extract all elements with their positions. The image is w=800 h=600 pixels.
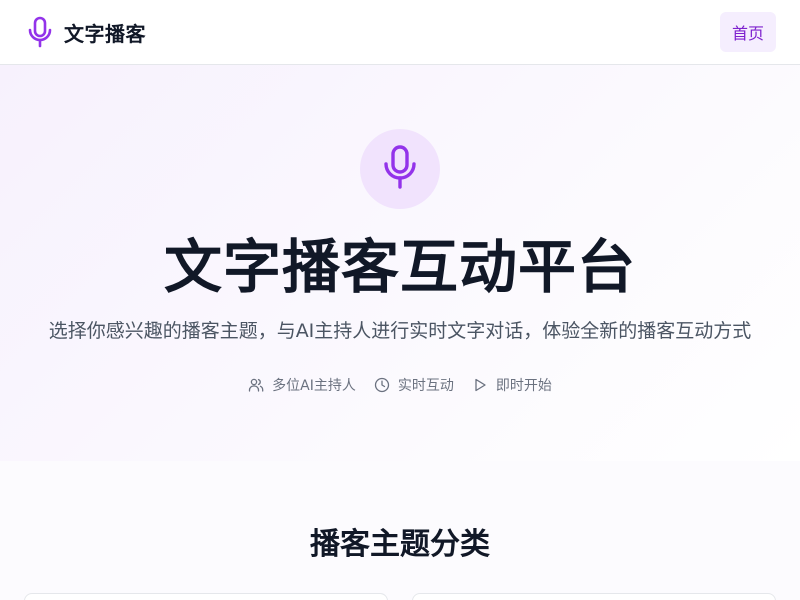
page-subtitle: 选择你感兴趣的播客主题，与AI主持人进行实时文字对话，体验全新的播客互动方式 <box>48 320 752 342</box>
category-card[interactable] <box>24 593 388 600</box>
feature-item-hosts: 多位AI主持人 <box>248 375 356 395</box>
hero-icon-badge <box>360 129 440 209</box>
microphone-icon <box>382 144 418 194</box>
feature-item-realtime: 实时互动 <box>374 375 454 395</box>
top-navbar: 文字播客 首页 <box>0 0 800 65</box>
categories-section: 播客主题分类 <box>0 461 800 600</box>
page-title: 文字播客互动平台 <box>163 233 636 301</box>
hero-section: 文字播客互动平台 选择你感兴趣的播客主题，与AI主持人进行实时文字对话，体验全新… <box>0 65 800 461</box>
feature-label: 即时开始 <box>495 378 552 394</box>
section-title: 播客主题分类 <box>310 527 490 562</box>
brand[interactable]: 文字播客 <box>26 16 146 48</box>
feature-label: 实时互动 <box>397 378 454 394</box>
nav-home-button[interactable]: 首页 <box>719 12 776 52</box>
category-card[interactable] <box>412 593 776 600</box>
feature-list: 多位AI主持人 实时互动 即时开始 <box>0 375 800 395</box>
feature-label: 多位AI主持人 <box>272 378 356 394</box>
feature-item-instant: 即时开始 <box>472 375 552 395</box>
brand-name: 文字播客 <box>64 21 146 46</box>
clock-icon <box>374 377 390 393</box>
microphone-icon <box>26 16 54 48</box>
play-icon <box>472 377 488 393</box>
users-icon <box>248 377 264 393</box>
